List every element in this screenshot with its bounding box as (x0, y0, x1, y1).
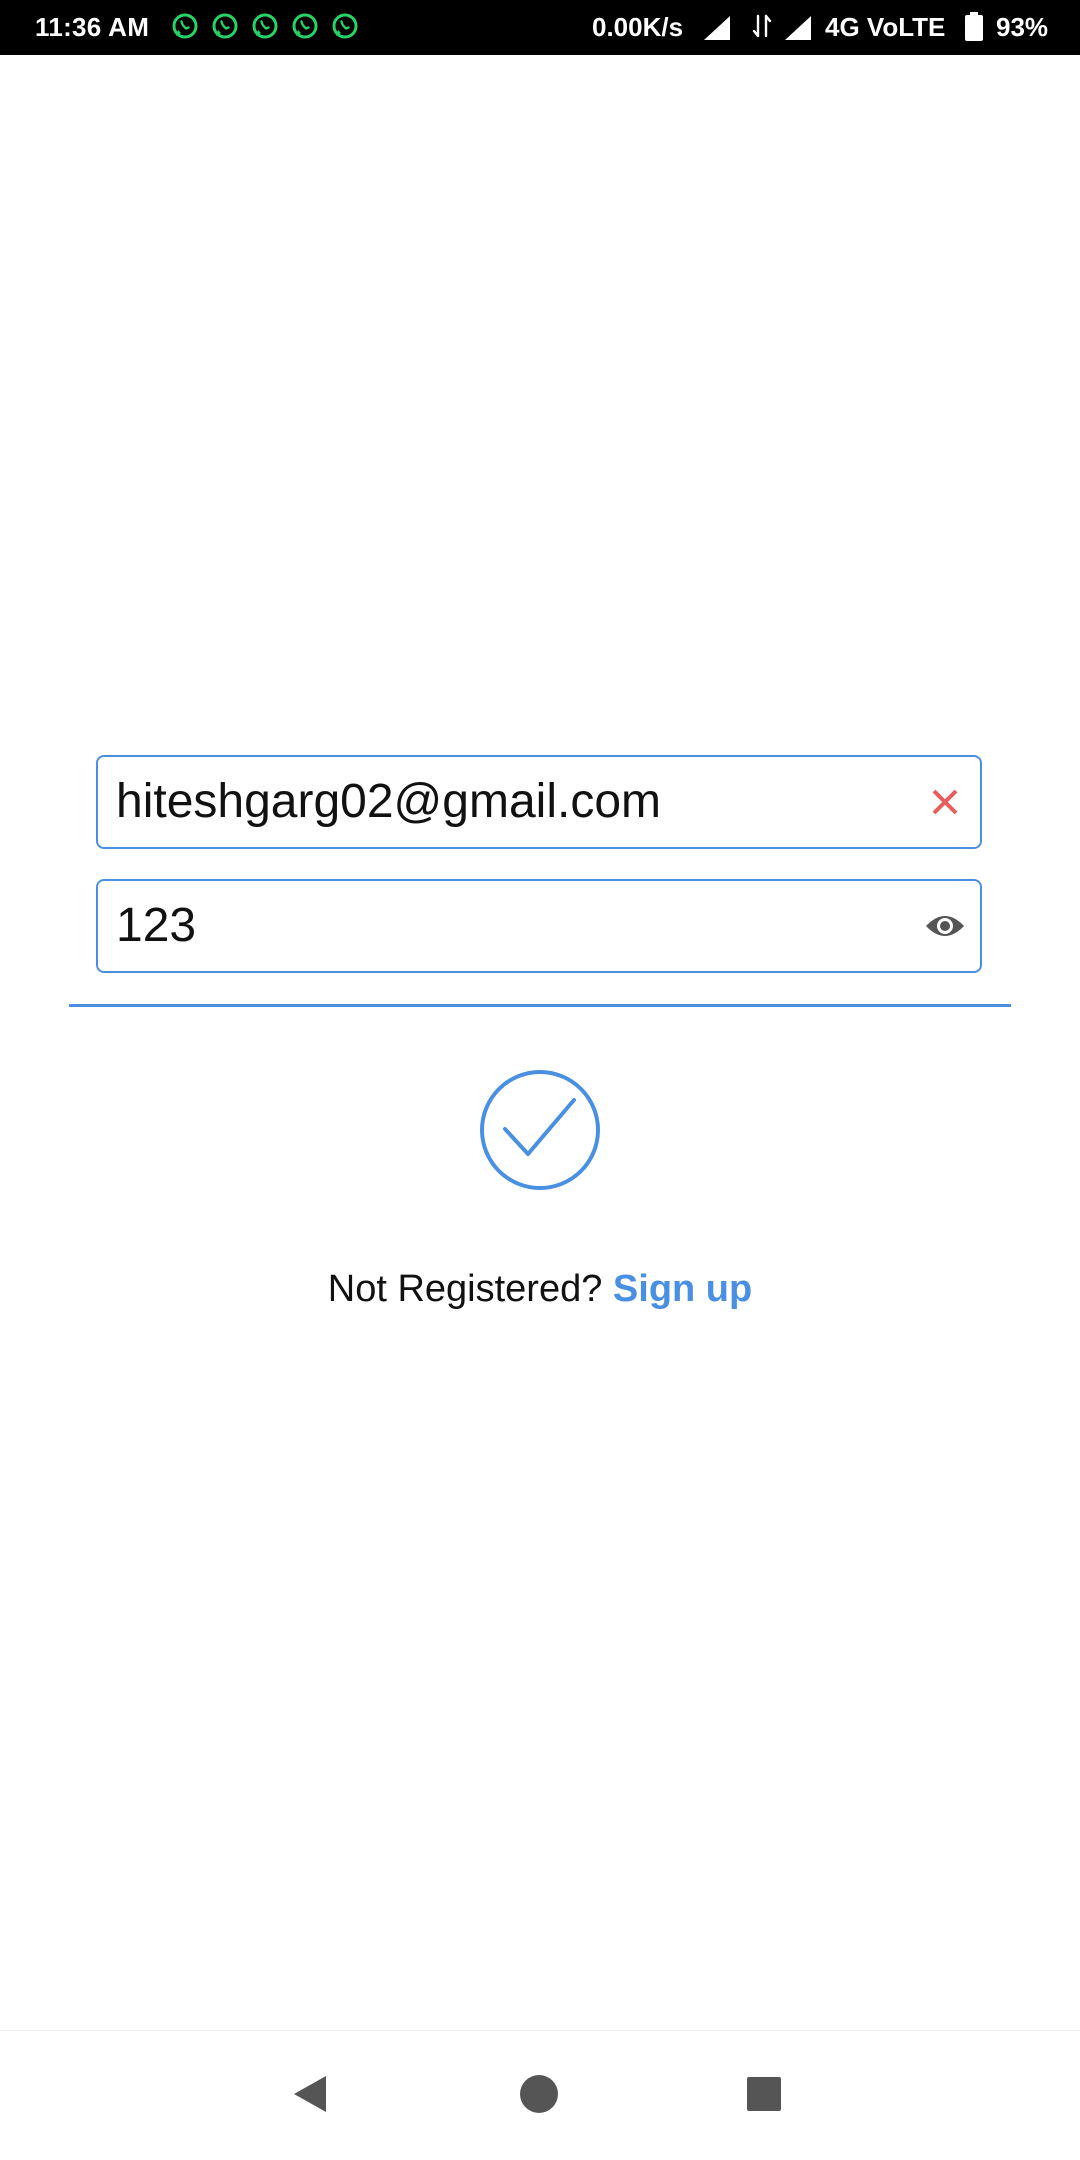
signal-icon (785, 16, 811, 40)
recents-icon[interactable] (746, 2076, 782, 2112)
toggle-password-visibility-button[interactable] (922, 903, 968, 949)
home-icon[interactable] (519, 2074, 559, 2114)
password-field[interactable]: 123 (96, 879, 982, 973)
form-divider (69, 1004, 1011, 1007)
data-activity-icon (752, 14, 772, 38)
check-circle-icon (480, 1070, 600, 1190)
email-value: hiteshgarg02@gmail.com (116, 775, 661, 828)
network-type: 4G VoLTE (825, 12, 946, 42)
whatsapp-icon (212, 13, 238, 39)
signup-prompt-text: Not Registered? (327, 1268, 603, 1310)
back-icon[interactable] (292, 2074, 328, 2114)
whatsapp-icon (332, 13, 358, 39)
clear-icon (932, 789, 958, 815)
signup-prompt: Not Registered? Sign up (0, 1268, 1080, 1311)
signup-link[interactable]: Sign up (613, 1268, 752, 1310)
whatsapp-icon (292, 13, 318, 39)
navigation-bar (0, 2030, 1080, 2160)
status-time: 11:36 AM (35, 12, 150, 42)
email-field[interactable]: hiteshgarg02@gmail.com (96, 755, 982, 849)
clear-email-button[interactable] (922, 779, 968, 825)
eye-icon (926, 916, 964, 936)
signal-icon (704, 16, 730, 40)
notification-icons (172, 13, 358, 39)
login-submit-button[interactable] (479, 1069, 601, 1191)
login-screen: 11:36 AM 0.00K/s 4G VoLTE 93% hiteshgarg… (0, 0, 1080, 2160)
whatsapp-icon (172, 13, 198, 39)
network-speed: 0.00K/s (592, 12, 684, 42)
battery-percent: 93% (996, 12, 1049, 42)
status-bar: 11:36 AM 0.00K/s 4G VoLTE 93% (0, 0, 1080, 55)
whatsapp-icon (252, 13, 278, 39)
battery-icon (965, 12, 983, 41)
password-value: 123 (116, 899, 197, 952)
